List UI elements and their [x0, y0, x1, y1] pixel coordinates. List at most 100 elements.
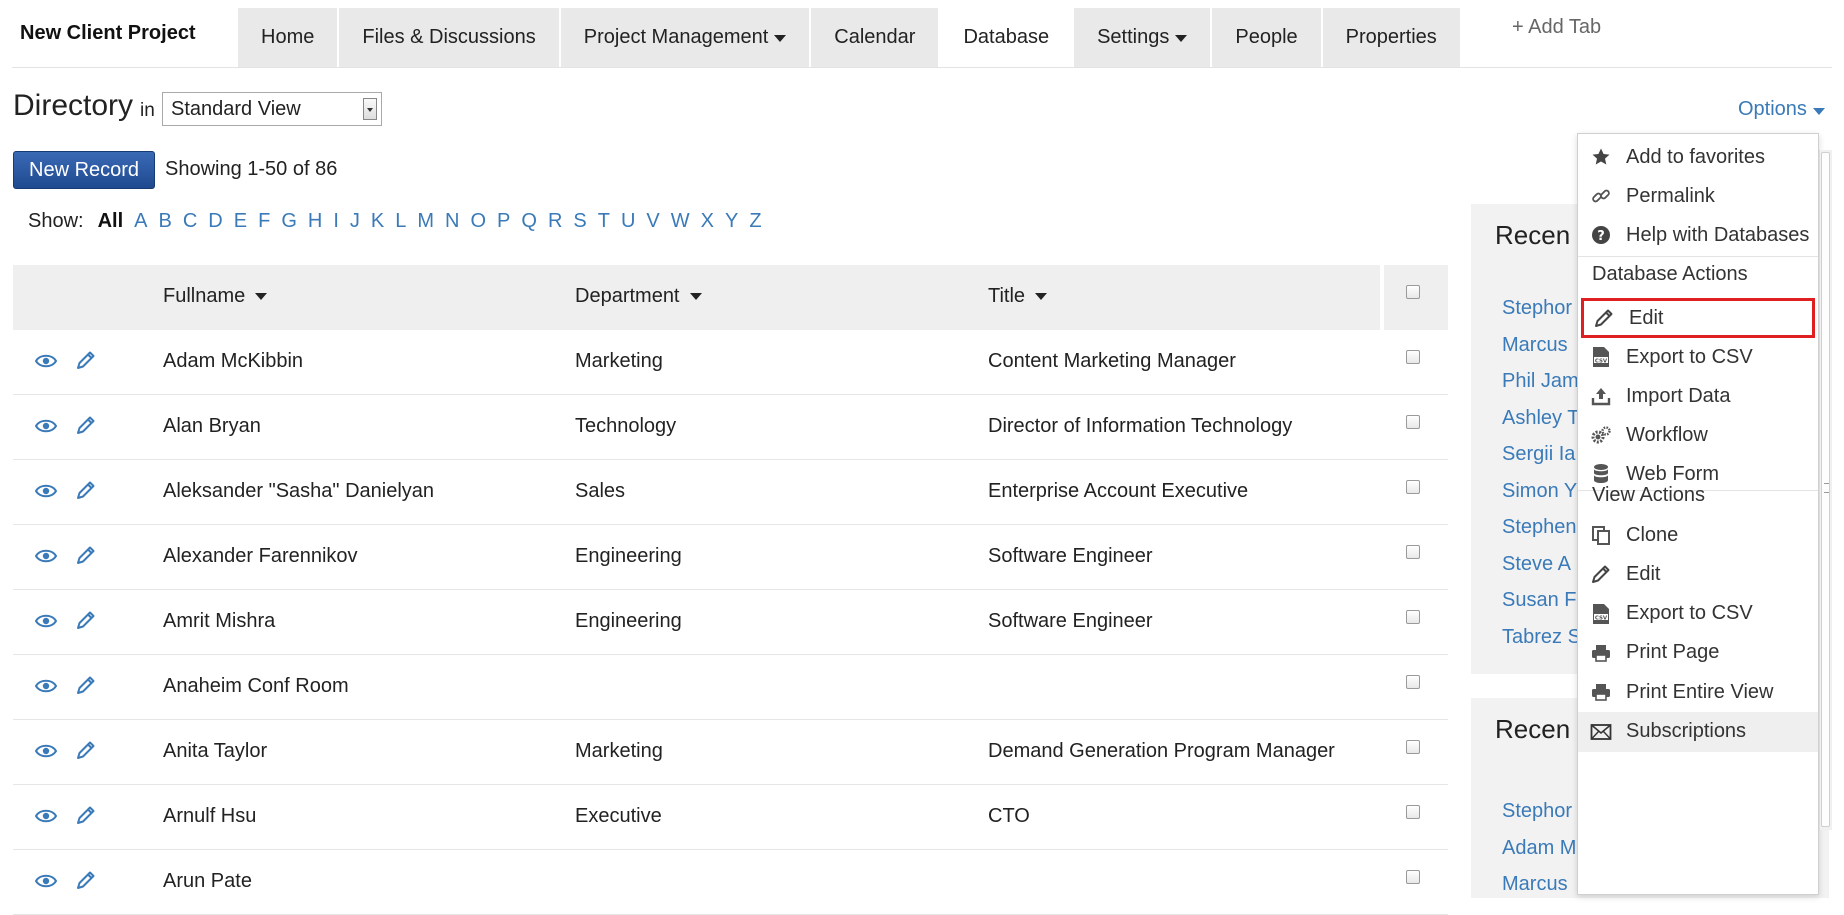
row-checkbox[interactable] [1406, 675, 1420, 689]
menu-item-view-print-page[interactable]: Print Page [1578, 633, 1818, 673]
edit-pencil-icon[interactable] [75, 479, 97, 501]
filter-letter-g[interactable]: G [281, 210, 297, 233]
row-checkbox[interactable] [1406, 480, 1420, 494]
menu-item-view-export-to-csv[interactable]: CSV Export to CSV [1578, 594, 1818, 634]
dropdown-scrollbar[interactable] [1819, 150, 1832, 830]
menu-item-db-export-to-csv[interactable]: CSV Export to CSV [1578, 337, 1818, 377]
view-eye-icon[interactable] [34, 483, 58, 499]
new-record-button[interactable]: New Record [13, 151, 156, 189]
filter-letter-o[interactable]: O [470, 210, 486, 233]
recent-link[interactable]: Susan F [1502, 589, 1576, 612]
column-header-department[interactable]: Department [575, 285, 702, 308]
recent-link[interactable]: Sergii Ia [1502, 443, 1575, 466]
column-header-title[interactable]: Title [988, 285, 1048, 308]
add-tab-link[interactable]: + Add Tab [1512, 16, 1601, 39]
filter-all[interactable]: All [98, 210, 124, 233]
menu-item-add-to-favorites[interactable]: Add to favorites [1578, 137, 1818, 177]
recent-link[interactable]: Stephen [1502, 516, 1577, 539]
edit-pencil-icon[interactable] [75, 674, 97, 696]
filter-letter-h[interactable]: H [308, 210, 322, 233]
filter-letter-y[interactable]: Y [725, 210, 738, 233]
recent-link[interactable]: Marcus [1502, 334, 1568, 357]
menu-item-permalink[interactable]: Permalink [1578, 176, 1818, 216]
menu-item-view-print-entire-view[interactable]: Print Entire View [1578, 672, 1818, 712]
filter-letter-s[interactable]: S [573, 210, 586, 233]
view-eye-icon[interactable] [34, 808, 58, 824]
tab-people[interactable]: People [1212, 8, 1323, 67]
tab-files-discussions[interactable]: Files & Discussions [339, 8, 561, 67]
page-title: Directory [13, 89, 134, 122]
alphabet-filter: Show: All A B C D E F G H I J K L M N O P Q R S T U V W X Y Z [28, 210, 773, 233]
view-select[interactable]: Standard View [162, 92, 382, 126]
filter-letter-x[interactable]: X [701, 210, 714, 233]
filter-letter-d[interactable]: D [208, 210, 222, 233]
row-checkbox[interactable] [1406, 415, 1420, 429]
filter-letter-v[interactable]: V [646, 210, 659, 233]
edit-pencil-icon[interactable] [75, 349, 97, 371]
filter-letter-c[interactable]: C [183, 210, 197, 233]
view-eye-icon[interactable] [34, 743, 58, 759]
menu-item-db-import-data[interactable]: Import Data [1578, 376, 1818, 416]
filter-letter-r[interactable]: R [548, 210, 562, 233]
menu-item-view-edit[interactable]: Edit [1578, 554, 1818, 594]
recent-link[interactable]: Adam M [1502, 837, 1576, 860]
edit-pencil-icon[interactable] [75, 804, 97, 826]
edit-pencil-icon[interactable] [75, 869, 97, 891]
filter-letter-u[interactable]: U [621, 210, 635, 233]
filter-letter-m[interactable]: M [417, 210, 434, 233]
row-checkbox[interactable] [1406, 610, 1420, 624]
select-all-checkbox[interactable] [1406, 285, 1420, 299]
row-checkbox[interactable] [1406, 740, 1420, 754]
menu-item-view-subscriptions[interactable]: Subscriptions [1578, 711, 1818, 752]
filter-letter-b[interactable]: B [159, 210, 172, 233]
view-eye-icon[interactable] [34, 613, 58, 629]
filter-letter-f[interactable]: F [258, 210, 270, 233]
filter-letter-n[interactable]: N [445, 210, 459, 233]
options-menu-link[interactable]: Options [1738, 98, 1825, 121]
menu-item-help-with-databases[interactable]: ? Help with Databases [1578, 215, 1818, 255]
menu-item-db-edit[interactable]: Edit [1581, 298, 1815, 338]
tab-settings[interactable]: Settings [1074, 8, 1213, 67]
menu-item-label: Edit [1626, 562, 1661, 585]
edit-pencil-icon[interactable] [75, 544, 97, 566]
filter-letter-t[interactable]: T [598, 210, 610, 233]
recent-link[interactable]: Ashley T [1502, 407, 1579, 430]
recent-link[interactable]: Stephor [1502, 297, 1572, 320]
view-eye-icon[interactable] [34, 418, 58, 434]
view-eye-icon[interactable] [34, 353, 58, 369]
tab-calendar[interactable]: Calendar [811, 8, 941, 67]
menu-item-view-clone[interactable]: Clone [1578, 515, 1818, 555]
row-checkbox[interactable] [1406, 545, 1420, 559]
recent-link[interactable]: Simon Y [1502, 480, 1577, 503]
filter-letter-l[interactable]: L [395, 210, 406, 233]
view-eye-icon[interactable] [34, 873, 58, 889]
edit-pencil-icon[interactable] [75, 414, 97, 436]
scrollbar-thumb[interactable] [1821, 152, 1830, 827]
row-checkbox[interactable] [1406, 805, 1420, 819]
edit-pencil-icon[interactable] [75, 609, 97, 631]
tab-home[interactable]: Home [238, 8, 340, 67]
view-eye-icon[interactable] [34, 548, 58, 564]
row-checkbox[interactable] [1406, 350, 1420, 364]
column-header-fullname[interactable]: Fullname [163, 285, 268, 308]
recent-link[interactable]: Stephor [1502, 800, 1572, 823]
filter-letter-k[interactable]: K [371, 210, 384, 233]
filter-letter-w[interactable]: W [671, 210, 690, 233]
edit-pencil-icon[interactable] [75, 739, 97, 761]
recent-link[interactable]: Phil Jam [1502, 370, 1579, 393]
filter-letter-j[interactable]: J [350, 210, 360, 233]
recent-link[interactable]: Tabrez S [1502, 626, 1581, 649]
recent-link[interactable]: Steve A [1502, 553, 1571, 576]
tab-properties[interactable]: Properties [1322, 8, 1462, 67]
filter-letter-z[interactable]: Z [749, 210, 761, 233]
tab-project-management[interactable]: Project Management [560, 8, 812, 67]
filter-letter-i[interactable]: I [333, 210, 339, 233]
view-eye-icon[interactable] [34, 678, 58, 694]
filter-letter-a[interactable]: A [134, 210, 147, 233]
filter-letter-p[interactable]: P [497, 210, 510, 233]
filter-letter-e[interactable]: E [234, 210, 247, 233]
menu-item-db-workflow[interactable]: Workflow [1578, 415, 1818, 455]
filter-letter-q[interactable]: Q [521, 210, 537, 233]
row-checkbox[interactable] [1406, 870, 1420, 884]
tab-database[interactable]: Database [940, 8, 1075, 67]
